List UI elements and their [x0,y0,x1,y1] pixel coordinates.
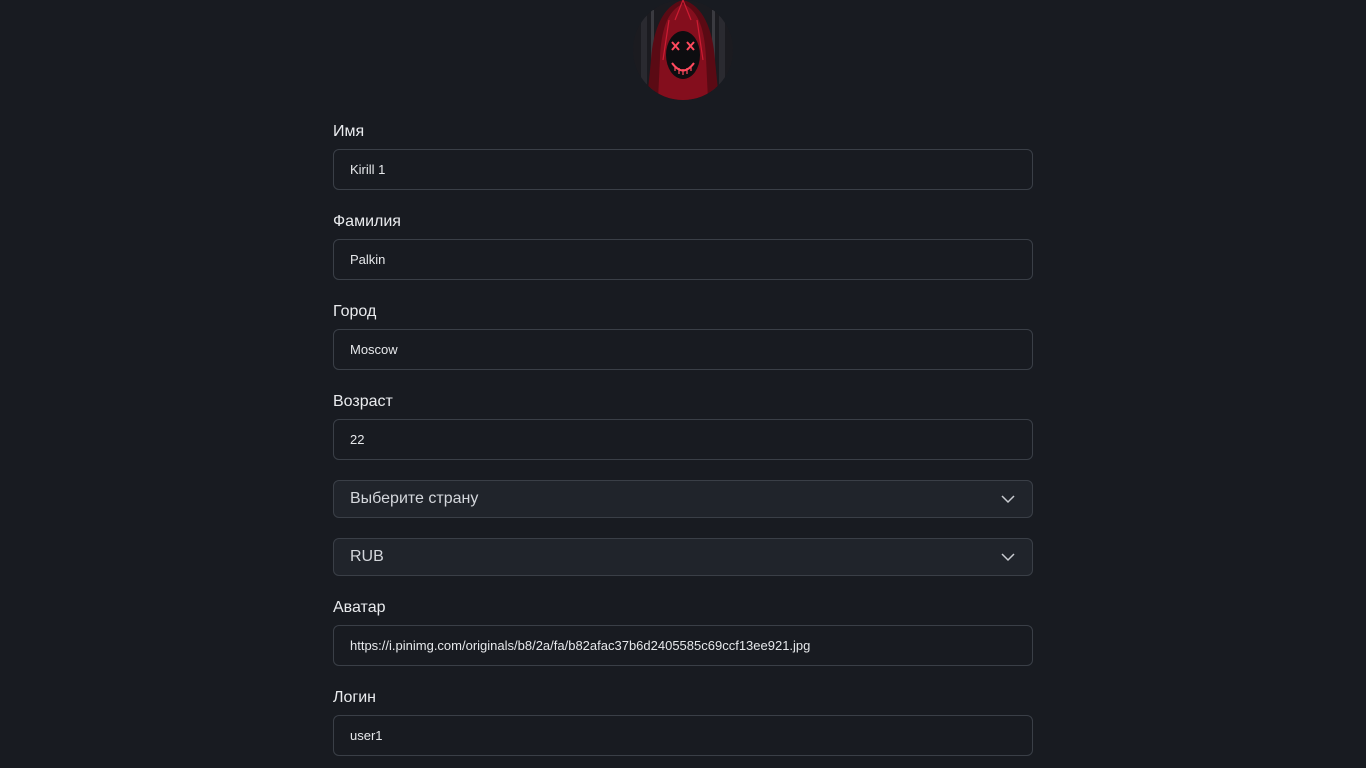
first-name-input[interactable] [333,149,1033,190]
country-select-value: Выберите страну [350,490,479,507]
login-input[interactable] [333,715,1033,756]
chevron-down-icon [1001,553,1015,562]
first-name-label: Имя [333,123,365,140]
avatar [633,0,733,100]
currency-select[interactable]: RUB [333,538,1033,576]
age-input[interactable] [333,419,1033,460]
city-label: Город [333,303,377,320]
age-label: Возраст [333,393,393,410]
avatar-url-label: Аватар [333,599,386,616]
chevron-down-icon [1001,495,1015,504]
last-name-input[interactable] [333,239,1033,280]
last-name-label: Фамилия [333,213,401,230]
currency-select-value: RUB [350,548,384,565]
avatar-url-input[interactable] [333,625,1033,666]
country-select[interactable]: Выберите страну [333,480,1033,518]
profile-edit-page: Имя Фамилия Город Возраст Выберите стран… [0,0,1366,768]
city-input[interactable] [333,329,1033,370]
login-label: Логин [333,689,377,706]
hooded-figure-icon [633,0,733,100]
